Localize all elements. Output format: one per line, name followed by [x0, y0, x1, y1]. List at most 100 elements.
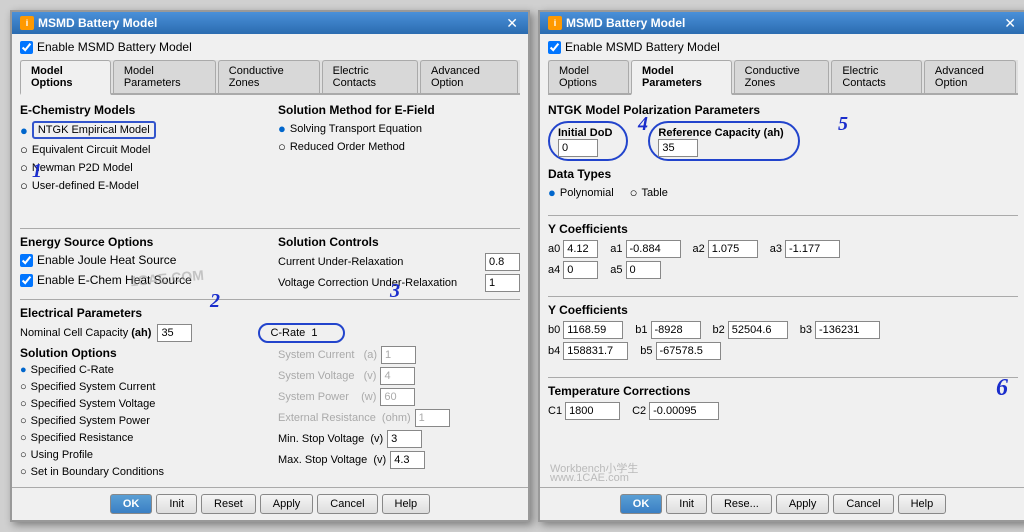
left-reset-button[interactable]: Reset	[201, 494, 256, 514]
max-stop-input[interactable]	[390, 451, 425, 469]
b4-input[interactable]	[563, 342, 628, 360]
tab-electric-contacts-right[interactable]: Electric Contacts	[831, 60, 922, 93]
radio-ntgk[interactable]: ● NTGK Empirical Model	[20, 121, 156, 139]
energy-section-title: Energy Source Options	[20, 235, 262, 249]
right-help-button[interactable]: Help	[898, 494, 947, 514]
radio-resistance[interactable]: ○Specified Resistance	[20, 432, 262, 444]
b5-input[interactable]	[656, 342, 721, 360]
a1-item: a1	[610, 240, 680, 258]
b1-label: b1	[635, 324, 647, 336]
left-help-button[interactable]: Help	[382, 494, 431, 514]
right-reset-button[interactable]: Rese...	[711, 494, 772, 514]
left-close-button[interactable]: ✕	[504, 16, 520, 30]
tab-conductive-zones-left[interactable]: Conductive Zones	[218, 60, 320, 93]
c1-item: C1	[548, 402, 620, 420]
temp-corrections-title: Temperature Corrections	[548, 384, 1018, 398]
right-cancel-button[interactable]: Cancel	[833, 494, 893, 514]
radio-newman[interactable]: ○ Newman P2D Model	[20, 160, 262, 175]
sys-power-label: System Power (w)	[278, 391, 376, 403]
a0-label: a0	[548, 243, 560, 255]
b1-item: b1	[635, 321, 700, 339]
b0-input[interactable]	[563, 321, 623, 339]
current-relax-input[interactable]	[485, 253, 520, 271]
tab-model-options-left[interactable]: Model Options	[20, 60, 111, 95]
left-apply-button[interactable]: Apply	[260, 494, 314, 514]
left-cancel-button[interactable]: Cancel	[317, 494, 377, 514]
newman-label: Newman P2D Model	[32, 162, 133, 174]
c2-input[interactable]	[649, 402, 719, 420]
a5-input[interactable]	[626, 261, 661, 279]
a4-label: a4	[548, 264, 560, 276]
a1-label: a1	[610, 243, 622, 255]
radio-transport[interactable]: ● Solving Transport Equation	[278, 121, 520, 136]
left-init-button[interactable]: Init	[156, 494, 197, 514]
radio-profile[interactable]: ○Using Profile	[20, 449, 262, 461]
radio-sys-current[interactable]: ○Specified System Current	[20, 381, 262, 393]
echem-section-title: E-Chemistry Models	[20, 103, 262, 117]
c-rate-box: C-Rate	[258, 323, 345, 343]
b3-input[interactable]	[815, 321, 880, 339]
electrical-section-title: Electrical Parameters	[20, 306, 520, 320]
radio-sys-power[interactable]: ○Specified System Power	[20, 415, 262, 427]
echem-heat-checkbox[interactable]	[20, 274, 33, 287]
tab-advanced-option-right[interactable]: Advanced Option	[924, 60, 1016, 93]
a4-item: a4	[548, 261, 598, 279]
tab-model-parameters-left[interactable]: Model Parameters	[113, 60, 216, 93]
a2-input[interactable]	[708, 240, 758, 258]
radio-reduced[interactable]: ○ Reduced Order Method	[278, 139, 520, 154]
right-enable-checkbox[interactable]	[548, 41, 561, 54]
tab-conductive-zones-right[interactable]: Conductive Zones	[734, 60, 830, 93]
right-ok-button[interactable]: OK	[620, 494, 663, 514]
joule-heat-checkbox[interactable]	[20, 254, 33, 267]
right-apply-button[interactable]: Apply	[776, 494, 830, 514]
right-close-button[interactable]: ✕	[1002, 16, 1018, 30]
ext-res-input[interactable]	[415, 409, 450, 427]
min-stop-label: Min. Stop Voltage (v)	[278, 433, 383, 445]
tab-model-options-right[interactable]: Model Options	[548, 60, 629, 93]
b2-input[interactable]	[728, 321, 788, 339]
a0-input[interactable]	[563, 240, 598, 258]
b1-input[interactable]	[651, 321, 701, 339]
radio-sys-voltage[interactable]: ○Specified System Voltage	[20, 398, 262, 410]
tab-model-parameters-right[interactable]: Model Parameters	[631, 60, 732, 95]
sys-voltage-input[interactable]	[380, 367, 415, 385]
left-window-icon: i	[20, 16, 34, 30]
a3-item: a3	[770, 240, 840, 258]
a4-input[interactable]	[563, 261, 598, 279]
ntgk-label: NTGK Empirical Model	[32, 121, 156, 139]
data-types-title: Data Types	[548, 167, 1018, 181]
nominal-input[interactable]	[157, 324, 192, 342]
right-dialog-title: MSMD Battery Model	[566, 16, 685, 30]
ntgk-section-title: NTGK Model Polarization Parameters	[548, 103, 1018, 117]
sys-current-input[interactable]	[381, 346, 416, 364]
c1-input[interactable]	[565, 402, 620, 420]
left-ok-button[interactable]: OK	[110, 494, 153, 514]
left-title-bar: i MSMD Battery Model ✕	[12, 12, 528, 34]
a3-input[interactable]	[785, 240, 840, 258]
tab-advanced-option-left[interactable]: Advanced Option	[420, 60, 518, 93]
tab-electric-contacts-left[interactable]: Electric Contacts	[322, 60, 418, 93]
reduced-label: Reduced Order Method	[290, 141, 405, 153]
voltage-corr-input[interactable]	[485, 274, 520, 292]
radio-table[interactable]: ○ Table	[630, 185, 668, 200]
c-rate-input[interactable]	[308, 324, 333, 342]
radio-equiv[interactable]: ○ Equivalent Circuit Model	[20, 142, 262, 157]
ext-res-label: External Resistance (ohm)	[278, 412, 411, 424]
min-stop-input[interactable]	[387, 430, 422, 448]
radio-c-rate[interactable]: ●Specified C-Rate	[20, 364, 262, 376]
radio-boundary[interactable]: ○Set in Boundary Conditions	[20, 466, 262, 478]
user-defined-label: User-defined E-Model	[32, 180, 139, 192]
right-init-button[interactable]: Init	[666, 494, 707, 514]
left-tab-bar: Model Options Model Parameters Conductiv…	[20, 60, 520, 95]
echem-heat-label: Enable E-Chem Heat Source	[37, 273, 192, 287]
radio-user-defined[interactable]: ○ User-defined E-Model	[20, 178, 262, 193]
left-enable-checkbox[interactable]	[20, 41, 33, 54]
initial-dod-input[interactable]	[558, 139, 598, 157]
b2-label: b2	[713, 324, 725, 336]
solution-method-title: Solution Method for E-Field	[278, 103, 520, 117]
a1-input[interactable]	[626, 240, 681, 258]
sys-power-input[interactable]	[380, 388, 415, 406]
radio-polynomial[interactable]: ● Polynomial	[548, 185, 614, 200]
left-bottom-bar: OK Init Reset Apply Cancel Help	[12, 487, 528, 520]
ref-capacity-input[interactable]	[658, 139, 698, 157]
